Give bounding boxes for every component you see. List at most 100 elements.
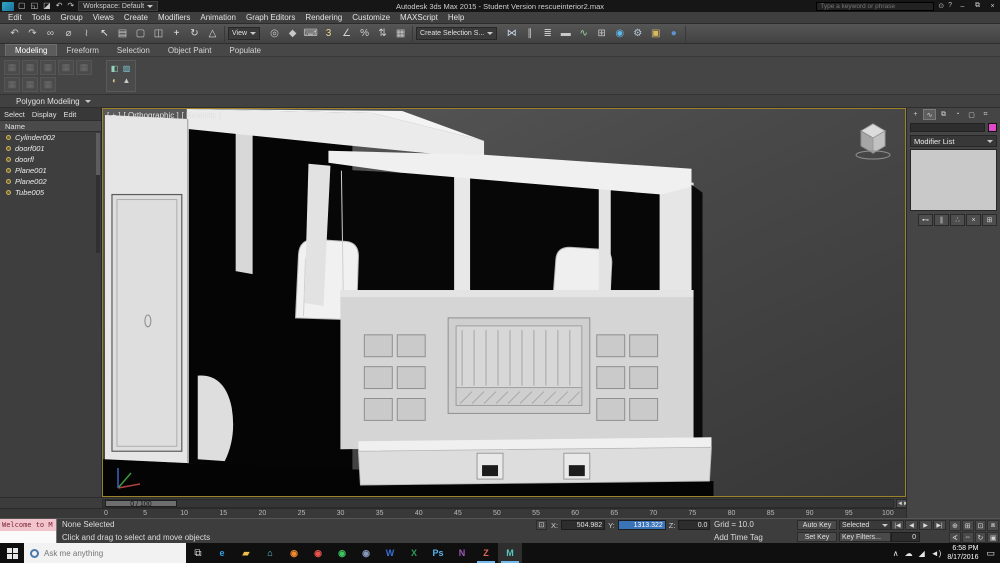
taskbar-onenote-icon[interactable]: N [450,543,474,563]
window-crossing-icon[interactable]: ◫ [150,26,167,42]
menu-item[interactable]: Graph Editors [241,13,300,22]
render-production-icon[interactable]: ● [665,26,682,42]
taskbar-spotify-icon[interactable]: ◉ [330,543,354,563]
unlink-selection-icon[interactable]: ⌀ [60,26,77,42]
select-and-manipulate-icon[interactable]: ◆ [284,26,301,42]
y-coordinate-field[interactable]: 1313.322 [618,520,666,530]
render-setup-icon[interactable]: ⚙ [629,26,646,42]
modify-tab-icon[interactable]: ∿ [923,109,936,120]
ribbon-tab[interactable]: Populate [220,45,270,56]
pin-stack-button[interactable]: ⊷ [918,214,933,226]
taskbar-store-icon[interactable]: ⌂ [258,543,282,563]
menu-item[interactable]: Animation [195,13,241,22]
show-end-result-button[interactable]: ∥ [934,214,949,226]
select-and-link-icon[interactable]: ∞ [42,26,59,42]
orbit-icon[interactable]: ↻ [975,532,987,543]
mirror-icon[interactable]: ⋈ [503,26,520,42]
ribbon-tab[interactable]: Freeform [57,45,107,56]
explorer-scrollbar[interactable] [96,133,100,253]
zoom-all-icon[interactable]: ⊞ [962,520,974,531]
undo-toolbar-icon[interactable]: ↶ [6,26,23,42]
scene-object-row[interactable]: Plane001 [0,165,101,176]
select-and-move-icon[interactable]: + [168,26,185,42]
ribbon-shape-icon[interactable]: ◐ [109,75,120,86]
save-file-icon[interactable]: ◪ [41,1,53,11]
auto-key-button[interactable]: Auto Key [797,520,837,530]
menu-item[interactable]: Tools [27,13,56,22]
max-logo-icon[interactable] [2,2,14,11]
zoom-icon[interactable]: ⊕ [949,520,961,531]
zoom-extents-icon[interactable]: ⊡ [975,520,987,531]
material-editor-icon[interactable]: ◉ [611,26,628,42]
action-center-icon[interactable]: ▭ [984,548,995,559]
motion-tab-icon[interactable]: ◔ [951,109,964,120]
modifier-stack[interactable] [910,149,997,211]
select-and-scale-icon[interactable]: △ [204,26,221,42]
onedrive-tray-icon[interactable]: ☁ [905,549,913,558]
time-slider-track[interactable]: 0 / 100 [102,499,894,508]
new-scene-icon[interactable]: ▢ [16,1,28,11]
viewport-pov-menu[interactable]: [ Orthographic ] [124,111,179,120]
named-selection-set-dropdown[interactable]: Create Selection S... [416,27,497,40]
ribbon-paint-deform-icon[interactable]: ▨ [121,63,132,74]
layer-manager-icon[interactable]: ≣ [539,26,556,42]
go-to-start-button[interactable]: |◀ [891,520,904,530]
object-name-field[interactable] [910,123,985,132]
selection-region-icon[interactable]: ▢ [132,26,149,42]
open-file-icon[interactable]: ◱ [29,1,41,11]
scene-object-row[interactable]: Cylinder002 [0,132,101,143]
taskbar-excel-icon[interactable]: X [402,543,426,563]
scene-object-row[interactable]: doorf001 [0,143,101,154]
taskbar-3dsmax-icon[interactable]: M [498,543,522,563]
task-view-button[interactable]: ⧉ [186,543,210,563]
menu-item[interactable]: Views [88,13,119,22]
taskbar-search-input[interactable] [44,549,164,558]
cortana-search-box[interactable] [24,543,186,563]
start-button[interactable] [0,543,24,563]
schematic-view-icon[interactable]: ⊞ [593,26,610,42]
zoom-extents-all-icon[interactable]: ⧈ [987,520,999,531]
name-column-header[interactable]: Name [0,120,101,132]
ribbon-tab[interactable]: Selection [108,45,159,56]
modifier-list-dropdown[interactable]: Modifier List [910,135,997,147]
display-tab-icon[interactable]: ▢ [965,109,978,120]
help-icon[interactable]: ? [946,2,954,10]
create-tab-icon[interactable]: + [909,109,922,120]
scene-object-row[interactable]: doorfl [0,154,101,165]
ribbon-align-icon[interactable]: ▲ [121,75,132,86]
utilities-tab-icon[interactable]: ⌗ [979,109,992,120]
pan-view-icon[interactable]: ⇔ [962,532,974,543]
make-unique-button[interactable]: ∴ [950,214,965,226]
set-key-button[interactable]: Set Key [797,532,837,542]
time-slider-handle[interactable]: 0 / 100 [105,500,177,507]
select-by-name-icon[interactable]: ▤ [114,26,131,42]
volume-tray-icon[interactable]: ◄) [931,549,942,558]
redo-toolbar-icon[interactable]: ↷ [24,26,41,42]
workspace-dropdown[interactable]: Workspace: Default [78,1,158,11]
time-ruler[interactable]: 0510152025303540455055606570758085909510… [0,508,1000,518]
menu-item[interactable]: Edit [3,13,27,22]
scene-explorer-menu-item[interactable]: Edit [63,110,76,119]
viewport-shading-menu[interactable]: [ Realistic ] [182,111,221,120]
network-tray-icon[interactable]: ◢ [919,549,925,558]
angle-snap-icon[interactable]: ∠ [338,26,355,42]
previous-frame-button[interactable]: ◀ [905,520,918,530]
menu-item[interactable]: Create [119,13,153,22]
maxscript-mini-listener[interactable]: Welcome to M [0,519,57,531]
menu-item[interactable]: Rendering [300,13,347,22]
menu-item[interactable]: Modifiers [153,13,195,22]
reference-coordinate-dropdown[interactable]: View [228,27,260,40]
menu-item[interactable]: Group [55,13,87,22]
snap-toggle-3d-icon[interactable]: 3 [320,26,337,42]
scene-object-row[interactable]: Tube005 [0,187,101,198]
taskbar-edge-icon[interactable]: e [210,543,234,563]
current-frame-field[interactable]: 0 [891,532,920,542]
taskbar-file-explorer-icon[interactable]: ▰ [234,543,258,563]
use-pivot-center-icon[interactable]: ◎ [266,26,283,42]
taskbar-firefox-icon[interactable]: ◉ [282,543,306,563]
play-button[interactable]: ▶ [919,520,932,530]
menu-item[interactable]: Help [443,13,469,22]
field-of-view-icon[interactable]: ∢ [949,532,961,543]
infocenter-search-input[interactable] [816,2,934,11]
menu-item[interactable]: Customize [347,13,395,22]
